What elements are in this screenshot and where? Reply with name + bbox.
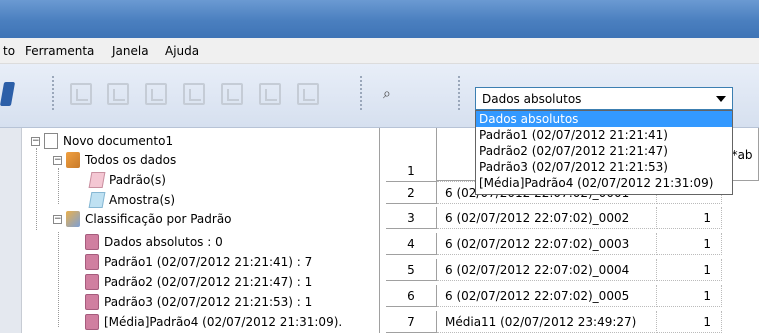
collapse-icon[interactable]: − [31,136,40,146]
layout-icon[interactable] [145,83,167,105]
row-number[interactable]: 7 [386,311,437,333]
table-cell[interactable]: 6 (02/07/2012 22:07:02)_0002 [437,207,657,229]
dropdown-option[interactable]: Padrão3 (02/07/2012 21:21:53) [476,159,732,175]
document-icon [44,133,58,149]
layout-icon[interactable] [183,83,205,105]
tree-label: Todos os dados [85,153,177,167]
table-cell[interactable]: 6 (02/07/2012 22:07:02)_0003 [437,233,657,255]
group-icon [85,274,99,290]
sample-icon [88,192,106,208]
tree-node-class-item[interactable]: Padrão3 (02/07/2012 21:21:53) : 1 [85,294,312,310]
layout-icon[interactable] [297,83,319,105]
row-number[interactable]: 2 [386,182,437,204]
tree-node-class-item[interactable]: Dados absolutos : 0 [85,234,223,250]
table-cell[interactable]: 1 [657,259,722,281]
table-cell[interactable]: 1 [657,285,722,307]
tree-node-class-item[interactable]: Padrão1 (02/07/2012 21:21:41) : 7 [85,254,312,270]
table-cell[interactable]: 1 [657,233,722,255]
table-cell[interactable]: 6 (02/07/2012 22:07:02)_0005 [437,285,657,307]
info-icon[interactable] [0,82,16,106]
layout-icon[interactable] [221,83,243,105]
toolbar-grip[interactable] [458,76,462,110]
tree-node-classification[interactable]: − Classificação por Padrão [53,211,232,227]
dropdown-option[interactable]: Padrão2 (02/07/2012 21:21:47) [476,143,732,159]
window-titlebar [0,0,759,38]
tree-label: Classificação por Padrão [85,212,232,226]
table-cell[interactable]: 6 (02/07/2012 22:07:02)_0004 [437,259,657,281]
tree-label: Padrão1 (02/07/2012 21:21:41) : 7 [104,255,313,269]
group-icon [85,254,99,270]
binoculars-icon[interactable]: ⌕ [383,86,391,102]
table-cell[interactable]: 1 [657,311,722,333]
row-number[interactable]: 1 [386,160,437,182]
tree-line [58,168,59,204]
dropdown-option[interactable]: [Média]Padrão4 (02/07/2012 21:31:09) [476,175,732,191]
group-icon [85,294,99,310]
chevron-down-icon[interactable] [716,96,726,102]
table-cell[interactable]: Média11 (02/07/2012 23:49:27) [437,311,657,333]
tree-node-class-item[interactable]: [Média]Padrão4 (02/07/2012 21:31:09). [85,314,342,330]
tree-line [36,148,37,230]
dropdown-option[interactable]: Dados absolutos [476,111,732,127]
tree-label: Padrão2 (02/07/2012 21:21:47) : 1 [104,275,313,289]
data-view-select[interactable]: Dados absolutos [475,87,733,110]
tree-label: Padrão3 (02/07/2012 21:21:53) : 1 [104,295,313,309]
tree-label: Amostra(s) [109,193,176,207]
toolbar-grip[interactable] [52,76,56,110]
tree-label: Dados absolutos : 0 [104,235,223,249]
select-value: Dados absolutos [482,92,582,106]
tree-label: [Média]Padrão4 (02/07/2012 21:31:09). [104,315,343,329]
dropdown-option[interactable]: Padrão1 (02/07/2012 21:21:41) [476,127,732,143]
group-icon [85,314,99,330]
collapse-icon[interactable]: − [53,155,62,165]
table-cell[interactable]: 1 [657,207,722,229]
menu-item-ajuda[interactable]: Ajuda [165,44,199,58]
menu-item-partial[interactable]: to [3,44,15,58]
toolbar-grip[interactable] [360,76,364,110]
menu-bar: to Ferramenta Janela Ajuda [0,38,759,64]
row-number[interactable]: 5 [386,259,437,281]
classification-icon [66,211,80,227]
tree-label: Padrão(s) [109,173,166,187]
menu-item-janela[interactable]: Janela [112,44,149,58]
layout-icon[interactable] [259,83,281,105]
data-cube-icon [66,152,80,168]
row-number[interactable]: 3 [386,207,437,229]
group-icon [85,234,99,250]
tree-node-all-data[interactable]: − Todos os dados [53,152,176,168]
layout-icon[interactable] [70,83,92,105]
menu-item-ferramenta[interactable]: Ferramenta [25,44,94,58]
standard-icon [88,172,106,188]
tree-line [58,232,59,327]
collapse-icon[interactable]: − [53,214,62,224]
tree-label: Novo documento1 [63,134,174,148]
row-number[interactable]: 6 [386,285,437,307]
tree-node-root[interactable]: − Novo documento1 [31,133,173,149]
side-strip [0,128,22,333]
row-number[interactable]: 4 [386,233,437,255]
tree-node-class-item[interactable]: Padrão2 (02/07/2012 21:21:47) : 1 [85,274,312,290]
tree-node-samples[interactable]: Amostra(s) [88,192,176,208]
layout-icon[interactable] [107,83,129,105]
tree-node-standards[interactable]: Padrão(s) [88,172,166,188]
dropdown-list: Dados absolutos Padrão1 (02/07/2012 21:2… [475,110,733,195]
